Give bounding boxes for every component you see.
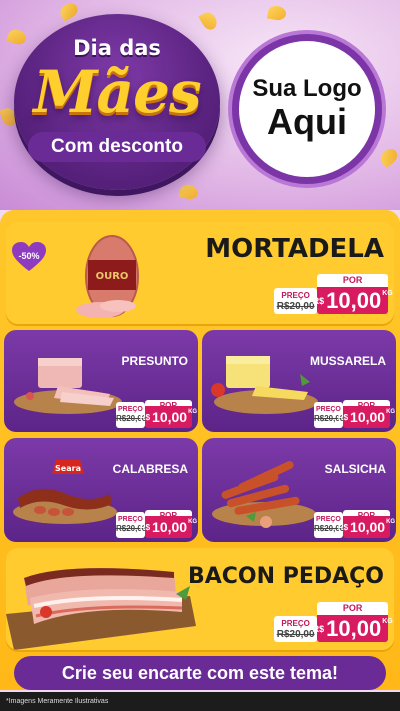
brand-ouro: OURO [96, 271, 129, 282]
price-value: 10,00 [152, 409, 188, 425]
price-tag: POR PREÇO R$20,00 R$ 10,00 KG [274, 602, 393, 642]
product-name: SALSICHA [324, 462, 386, 476]
old-price-box: PREÇO R$20,00 [274, 616, 318, 642]
header-banner: Dia das Mães Com desconto Sua Logo Aqui [0, 0, 400, 210]
product-name: MUSSARELA [309, 354, 386, 368]
price-value: 10,00 [326, 287, 382, 313]
price-value: 10,00 [326, 615, 382, 641]
logo-line2: Aqui [267, 101, 347, 143]
currency: R$ [139, 412, 151, 422]
old-price-label: PREÇO [281, 619, 310, 628]
product-card-presunto[interactable]: PRESUNTO POR PREÇO R$20,00 R$ 10,00 KG [4, 330, 198, 432]
new-price: R$ 10,00 KG [338, 516, 395, 538]
price-unit: KG [188, 409, 198, 415]
price-value: 10,00 [350, 409, 386, 425]
product-card-mussarela[interactable]: MUSSARELA POR PREÇO R$20,00 R$ 10,00 KG [202, 330, 396, 432]
product-name: MORTADELA [205, 234, 384, 264]
price-tag: POR PREÇO R$20,00 R$ 10,00 KG [274, 274, 393, 314]
price-value: 10,00 [350, 519, 386, 535]
old-price-label: PREÇO [281, 291, 310, 300]
currency: R$ [337, 522, 349, 532]
currency: R$ [312, 623, 325, 634]
price-unit: KG [386, 519, 396, 525]
price-por-label: POR [317, 602, 388, 615]
old-price: R$20,00 [276, 629, 315, 640]
title-main: Mães [33, 58, 201, 126]
product-name: PRESUNTO [121, 354, 188, 368]
product-name: BACON PEDAÇO [187, 564, 384, 589]
new-price: R$ 10,00 KG [313, 287, 393, 314]
petal-decoration [377, 145, 400, 169]
price-tag: POR PREÇO R$20,00 R$ 10,00 KG [116, 400, 197, 428]
price-value: 10,00 [152, 519, 188, 535]
new-price: R$ 10,00 KG [140, 516, 197, 538]
title-badge: Dia das Mães Com desconto [14, 14, 220, 190]
salsicha-image [206, 452, 318, 532]
petal-decoration [198, 9, 220, 33]
petal-decoration [178, 182, 200, 202]
presunto-image [10, 346, 122, 418]
footer-note: *Imagens Meramente Ilustrativas [0, 692, 400, 711]
brand-seara: Seara [55, 464, 81, 473]
petal-decoration [266, 4, 288, 22]
currency: R$ [312, 295, 325, 306]
featured-card-mortadela[interactable]: -50% OURO MORTADELA POR PREÇO R$20,00 R$… [6, 222, 394, 324]
new-price: R$ 10,00 KG [313, 615, 393, 642]
petal-decoration [57, 0, 81, 22]
new-price: R$ 10,00 KG [338, 406, 395, 428]
price-unit: KG [188, 519, 198, 525]
old-price: R$20,00 [276, 301, 315, 312]
cta-banner[interactable]: Crie seu encarte com este tema! [14, 656, 386, 690]
logo-placeholder[interactable]: Sua Logo Aqui [232, 34, 382, 184]
mussarela-image [206, 348, 320, 418]
logo-line1: Sua Logo [252, 75, 362, 102]
title-subtitle: Com desconto [28, 132, 206, 162]
mortadela-image: OURO [72, 226, 150, 320]
price-unit: KG [382, 290, 393, 297]
old-price-box: PREÇO R$20,00 [274, 288, 318, 314]
price-unit: KG [382, 618, 393, 625]
title-top: Dia das [73, 36, 161, 60]
product-card-salsicha[interactable]: SALSICHA POR PREÇO R$20,00 R$ 10,00 KG [202, 438, 396, 542]
currency: R$ [139, 522, 151, 532]
calabresa-image: Seara [10, 454, 120, 530]
price-por-label: POR [317, 274, 388, 287]
new-price: R$ 10,00 KG [140, 406, 197, 428]
product-name: CALABRESA [112, 462, 188, 476]
product-card-calabresa[interactable]: CALABRESA Seara POR PREÇO R$20,00 R$ 10,… [4, 438, 198, 542]
featured-card-bacon[interactable]: BACON PEDAÇO POR PREÇO R$20,00 R$ 10,00 … [6, 548, 394, 650]
bacon-image [6, 554, 198, 650]
discount-label: -50% [18, 251, 40, 261]
price-tag: POR PREÇO R$20,00 R$ 10,00 KG [314, 400, 395, 428]
price-tag: POR PREÇO R$20,00 R$ 10,00 KG [314, 510, 395, 538]
discount-badge: -50% [12, 242, 46, 272]
price-unit: KG [386, 409, 396, 415]
currency: R$ [337, 412, 349, 422]
price-tag: POR PREÇO R$20,00 R$ 10,00 KG [116, 510, 197, 538]
